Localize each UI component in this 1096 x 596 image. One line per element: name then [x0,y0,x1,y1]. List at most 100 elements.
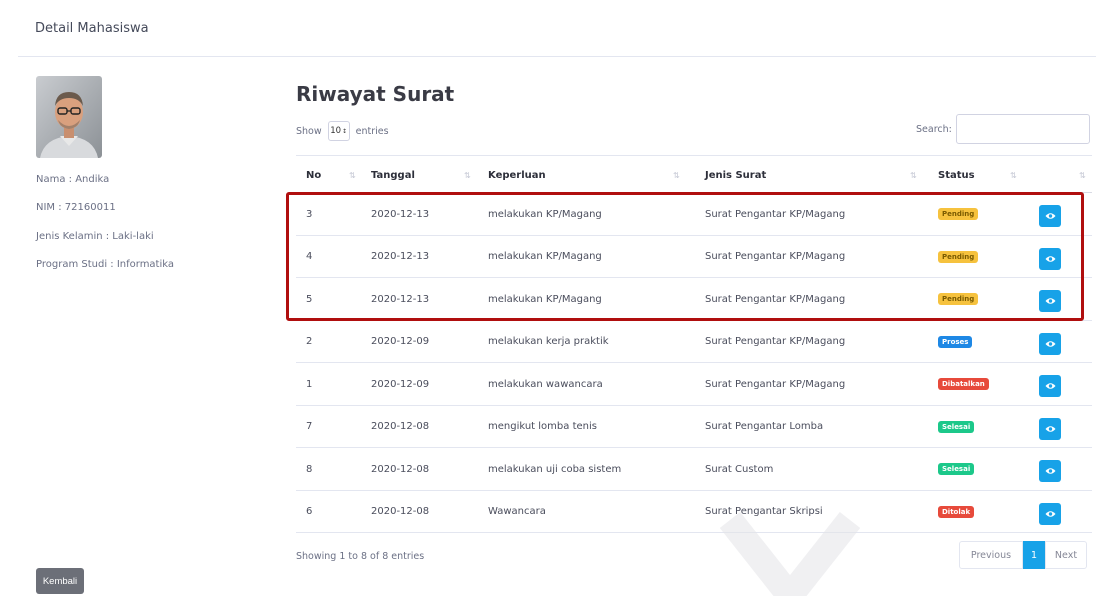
cell-no: 8 [306,463,313,475]
cell-status: Selesai [938,406,975,448]
cell-status: Pending [938,278,979,320]
table-row: 3 2020-12-13 melakukan KP/Magang Surat Peng… [296,193,1092,236]
show-label: Show [296,125,322,137]
status-badge: Ditolak [938,505,975,518]
cell-keperluan: Wawancara [488,506,546,517]
chevron-updown-icon: ↕ [342,127,348,135]
view-button[interactable] [1039,417,1061,440]
eye-icon [1045,297,1056,305]
sort-icon[interactable]: ⇅ [1079,156,1086,194]
status-badge: Pending [938,293,979,305]
entries-length-control: Show 10 ↕ entries [296,121,389,141]
view-button[interactable] [1039,460,1061,482]
column-header-jenis-surat[interactable]: Jenis Surat [705,156,766,194]
eye-icon [1045,255,1056,263]
cell-tanggal: 2020-12-13 [371,251,430,262]
cell-keperluan: mengikut lomba tenis [488,421,597,432]
eye-icon [1045,340,1056,348]
student-photo [36,76,102,158]
search-label: Search: [916,123,952,135]
table-row: 1 2020-12-09 melakukan wawancara Surat Peng… [296,363,1092,406]
cell-keperluan: melakukan wawancara [488,378,603,390]
status-badge: Pending [938,208,979,220]
table-row: 8 2020-12-08 melakukan uji coba sistem Sura… [296,448,1092,491]
view-button[interactable] [1039,502,1061,525]
next-page-button[interactable]: Next [1045,541,1087,569]
previous-page-button[interactable]: Previous [959,541,1023,569]
page-1-button[interactable]: 1 [1023,541,1045,569]
back-button[interactable]: Kembali [36,568,84,594]
cell-status: Pending [938,193,979,235]
cell-jenis-surat: Surat Custom [705,463,774,475]
cell-jenis-surat: Surat Pengantar Skripsi [705,506,823,517]
cell-tanggal: 2020-12-08 [371,421,430,432]
eye-icon [1045,510,1056,518]
eye-icon [1045,467,1056,475]
cell-no: 3 [306,208,313,220]
cell-no: 6 [306,506,313,517]
column-header-tanggal[interactable]: Tanggal [371,156,415,194]
view-button[interactable] [1039,332,1061,355]
entries-length-value: 10 [330,126,342,136]
view-button[interactable] [1039,205,1061,227]
entries-length-select[interactable]: 10 ↕ [327,121,350,141]
status-badge: Dibatalkan [938,378,989,390]
cell-tanggal: 2020-12-13 [371,208,430,220]
cell-keperluan: melakukan KP/Magang [488,208,602,220]
entries-label: entries [355,125,389,137]
student-gender: Jenis Kelamin : Laki-laki [36,231,154,242]
student-nim: NIM : 72160011 [36,202,116,213]
cell-status: Ditolak [938,491,975,533]
column-header-no[interactable]: No [306,156,321,194]
cell-status: Selesai [938,448,975,490]
sort-icon[interactable]: ⇅ [349,156,356,194]
sort-icon[interactable]: ⇅ [464,156,471,194]
cell-no: 5 [306,293,313,305]
cell-keperluan: melakukan uji coba sistem [488,463,622,475]
status-badge: Proses [938,335,973,348]
column-header-keperluan[interactable]: Keperluan [488,156,546,194]
status-badge: Selesai [938,420,975,433]
eye-icon [1045,382,1056,390]
cell-status: Proses [938,321,973,363]
search-input[interactable] [955,114,1090,144]
page-title: Detail Mahasiswa [35,20,149,36]
card-header: Detail Mahasiswa [18,0,1096,57]
cell-tanggal: 2020-12-08 [371,506,430,517]
status-badge: Pending [938,250,979,263]
table-row: 6 2020-12-08 Wawancara Surat Pengantar Skri… [296,491,1092,533]
cell-jenis-surat: Surat Pengantar KP/Magang [705,251,846,262]
cell-jenis-surat: Surat Pengantar Lomba [705,421,824,432]
cell-status: Dibatalkan [938,363,989,405]
cell-jenis-surat: Surat Pengantar KP/Magang [705,293,846,305]
view-button[interactable] [1039,290,1061,312]
sort-icon[interactable]: ⇅ [673,156,680,194]
cell-tanggal: 2020-12-09 [371,378,430,390]
cell-status: Pending [938,236,979,278]
cell-jenis-surat: Surat Pengantar KP/Magang [705,378,846,390]
cell-no: 1 [306,378,313,390]
sort-icon[interactable]: ⇅ [1010,156,1017,194]
column-header-status[interactable]: Status [938,156,975,194]
eye-icon [1045,425,1056,433]
showing-info: Showing 1 to 8 of 8 entries [296,551,425,562]
pagination: Previous 1 Next [959,541,1087,569]
table-row: 5 2020-12-13 melakukan KP/Magang Surat Peng… [296,278,1092,321]
student-program: Program Studi : Informatika [36,259,175,270]
cell-tanggal: 2020-12-08 [371,463,430,475]
sort-icon[interactable]: ⇅ [910,156,917,194]
cell-jenis-surat: Surat Pengantar KP/Magang [705,208,846,220]
search-control: Search: [916,114,1090,144]
table-header: No ⇅ Tanggal ⇅ Keperluan ⇅ Jenis Surat ⇅… [296,155,1092,193]
eye-icon [1045,212,1056,220]
view-button[interactable] [1039,375,1061,397]
section-title: Riwayat Surat [296,82,455,106]
cell-tanggal: 2020-12-13 [371,293,430,305]
table-body: 3 2020-12-13 melakukan KP/Magang Surat Peng… [296,193,1092,533]
cell-no: 7 [306,421,313,432]
table-row: 2 2020-12-09 melakukan kerja praktik Surat … [296,321,1092,363]
cell-keperluan: melakukan kerja praktik [488,336,609,347]
view-button[interactable] [1039,247,1061,270]
letters-table: No ⇅ Tanggal ⇅ Keperluan ⇅ Jenis Surat ⇅… [296,155,1092,533]
cell-keperluan: melakukan KP/Magang [488,293,602,305]
